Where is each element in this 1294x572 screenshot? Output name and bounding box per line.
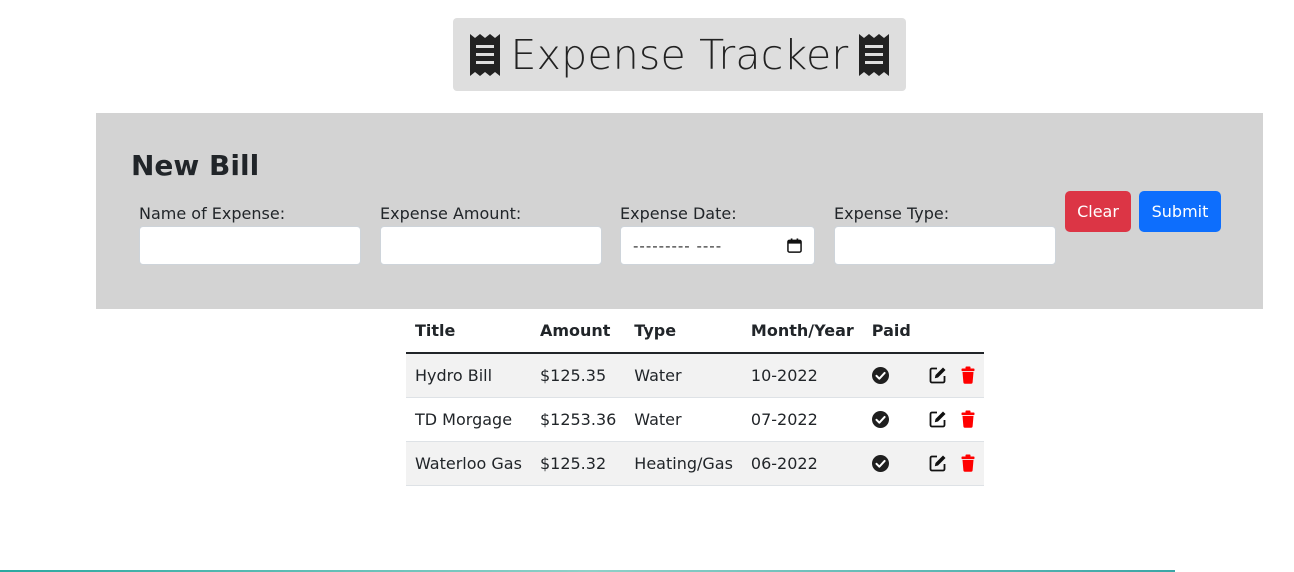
expense-amount-input[interactable] — [380, 226, 602, 265]
cell-type: Heating/Gas — [625, 441, 742, 486]
trash-icon — [961, 410, 975, 428]
cell-title: Waterloo Gas — [406, 441, 531, 486]
cell-paid — [862, 353, 920, 398]
check-circle-icon[interactable] — [871, 454, 889, 472]
table-header-row: Title Amount Type Month/Year Paid — [406, 309, 984, 354]
column-header-month-year: Month/Year — [741, 309, 863, 354]
cell-title: TD Morgage — [406, 397, 531, 442]
calendar-icon[interactable] — [787, 238, 802, 253]
delete-button[interactable] — [961, 366, 975, 384]
cell-actions — [919, 441, 984, 486]
expense-type-input[interactable] — [834, 226, 1056, 265]
expense-date-input[interactable]: --------- ---- — [620, 226, 815, 265]
column-header-type: Type — [625, 309, 742, 354]
form-heading: New Bill — [131, 149, 260, 182]
cell-month-year: 10-2022 — [741, 353, 863, 398]
cell-title: Hydro Bill — [406, 353, 531, 398]
delete-button[interactable] — [961, 454, 975, 472]
page-title: Expense Tracker — [510, 30, 849, 79]
check-circle-icon[interactable] — [871, 410, 889, 428]
cell-type: Water — [625, 353, 742, 398]
table-row: TD Morgage $1253.36 Water 07-2022 — [406, 397, 984, 442]
table-row: Waterloo Gas $125.32 Heating/Gas 06-2022 — [406, 441, 984, 486]
cell-actions — [919, 397, 984, 442]
cell-month-year: 07-2022 — [741, 397, 863, 442]
column-header-actions — [919, 309, 984, 354]
delete-button[interactable] — [961, 410, 975, 428]
expense-name-input[interactable] — [139, 226, 361, 265]
cell-amount: $1253.36 — [530, 397, 626, 442]
edit-button[interactable] — [929, 454, 947, 472]
clear-button[interactable]: Clear — [1065, 191, 1131, 232]
trash-icon — [961, 454, 975, 472]
submit-button[interactable]: Submit — [1139, 191, 1221, 232]
expenses-table: Title Amount Type Month/Year Paid Hydro … — [406, 309, 984, 486]
trash-icon — [961, 366, 975, 384]
date-label: Expense Date: — [620, 204, 737, 223]
column-header-paid: Paid — [862, 309, 920, 354]
name-label: Name of Expense: — [139, 204, 286, 223]
edit-button[interactable] — [929, 366, 947, 384]
table-row: Hydro Bill $125.35 Water 10-2022 — [406, 353, 984, 398]
receipt-icon — [469, 33, 500, 76]
column-header-amount: Amount — [530, 309, 626, 354]
amount-label: Expense Amount: — [380, 204, 522, 223]
column-header-title: Title — [406, 309, 531, 354]
receipt-icon — [859, 33, 890, 76]
cell-type: Water — [625, 397, 742, 442]
check-circle-icon[interactable] — [871, 366, 889, 384]
new-bill-panel: New Bill Name of Expense: Expense Amount… — [96, 113, 1263, 309]
cell-amount: $125.35 — [530, 353, 626, 398]
type-label: Expense Type: — [834, 204, 950, 223]
date-placeholder: --------- ---- — [633, 236, 723, 255]
cell-paid — [862, 441, 920, 486]
edit-icon — [929, 411, 946, 428]
edit-button[interactable] — [929, 410, 947, 428]
cell-actions — [919, 353, 984, 398]
edit-icon — [929, 367, 946, 384]
app-title-banner: Expense Tracker — [453, 18, 906, 91]
cell-amount: $125.32 — [530, 441, 626, 486]
cell-paid — [862, 397, 920, 442]
cell-month-year: 06-2022 — [741, 441, 863, 486]
edit-icon — [929, 455, 946, 472]
